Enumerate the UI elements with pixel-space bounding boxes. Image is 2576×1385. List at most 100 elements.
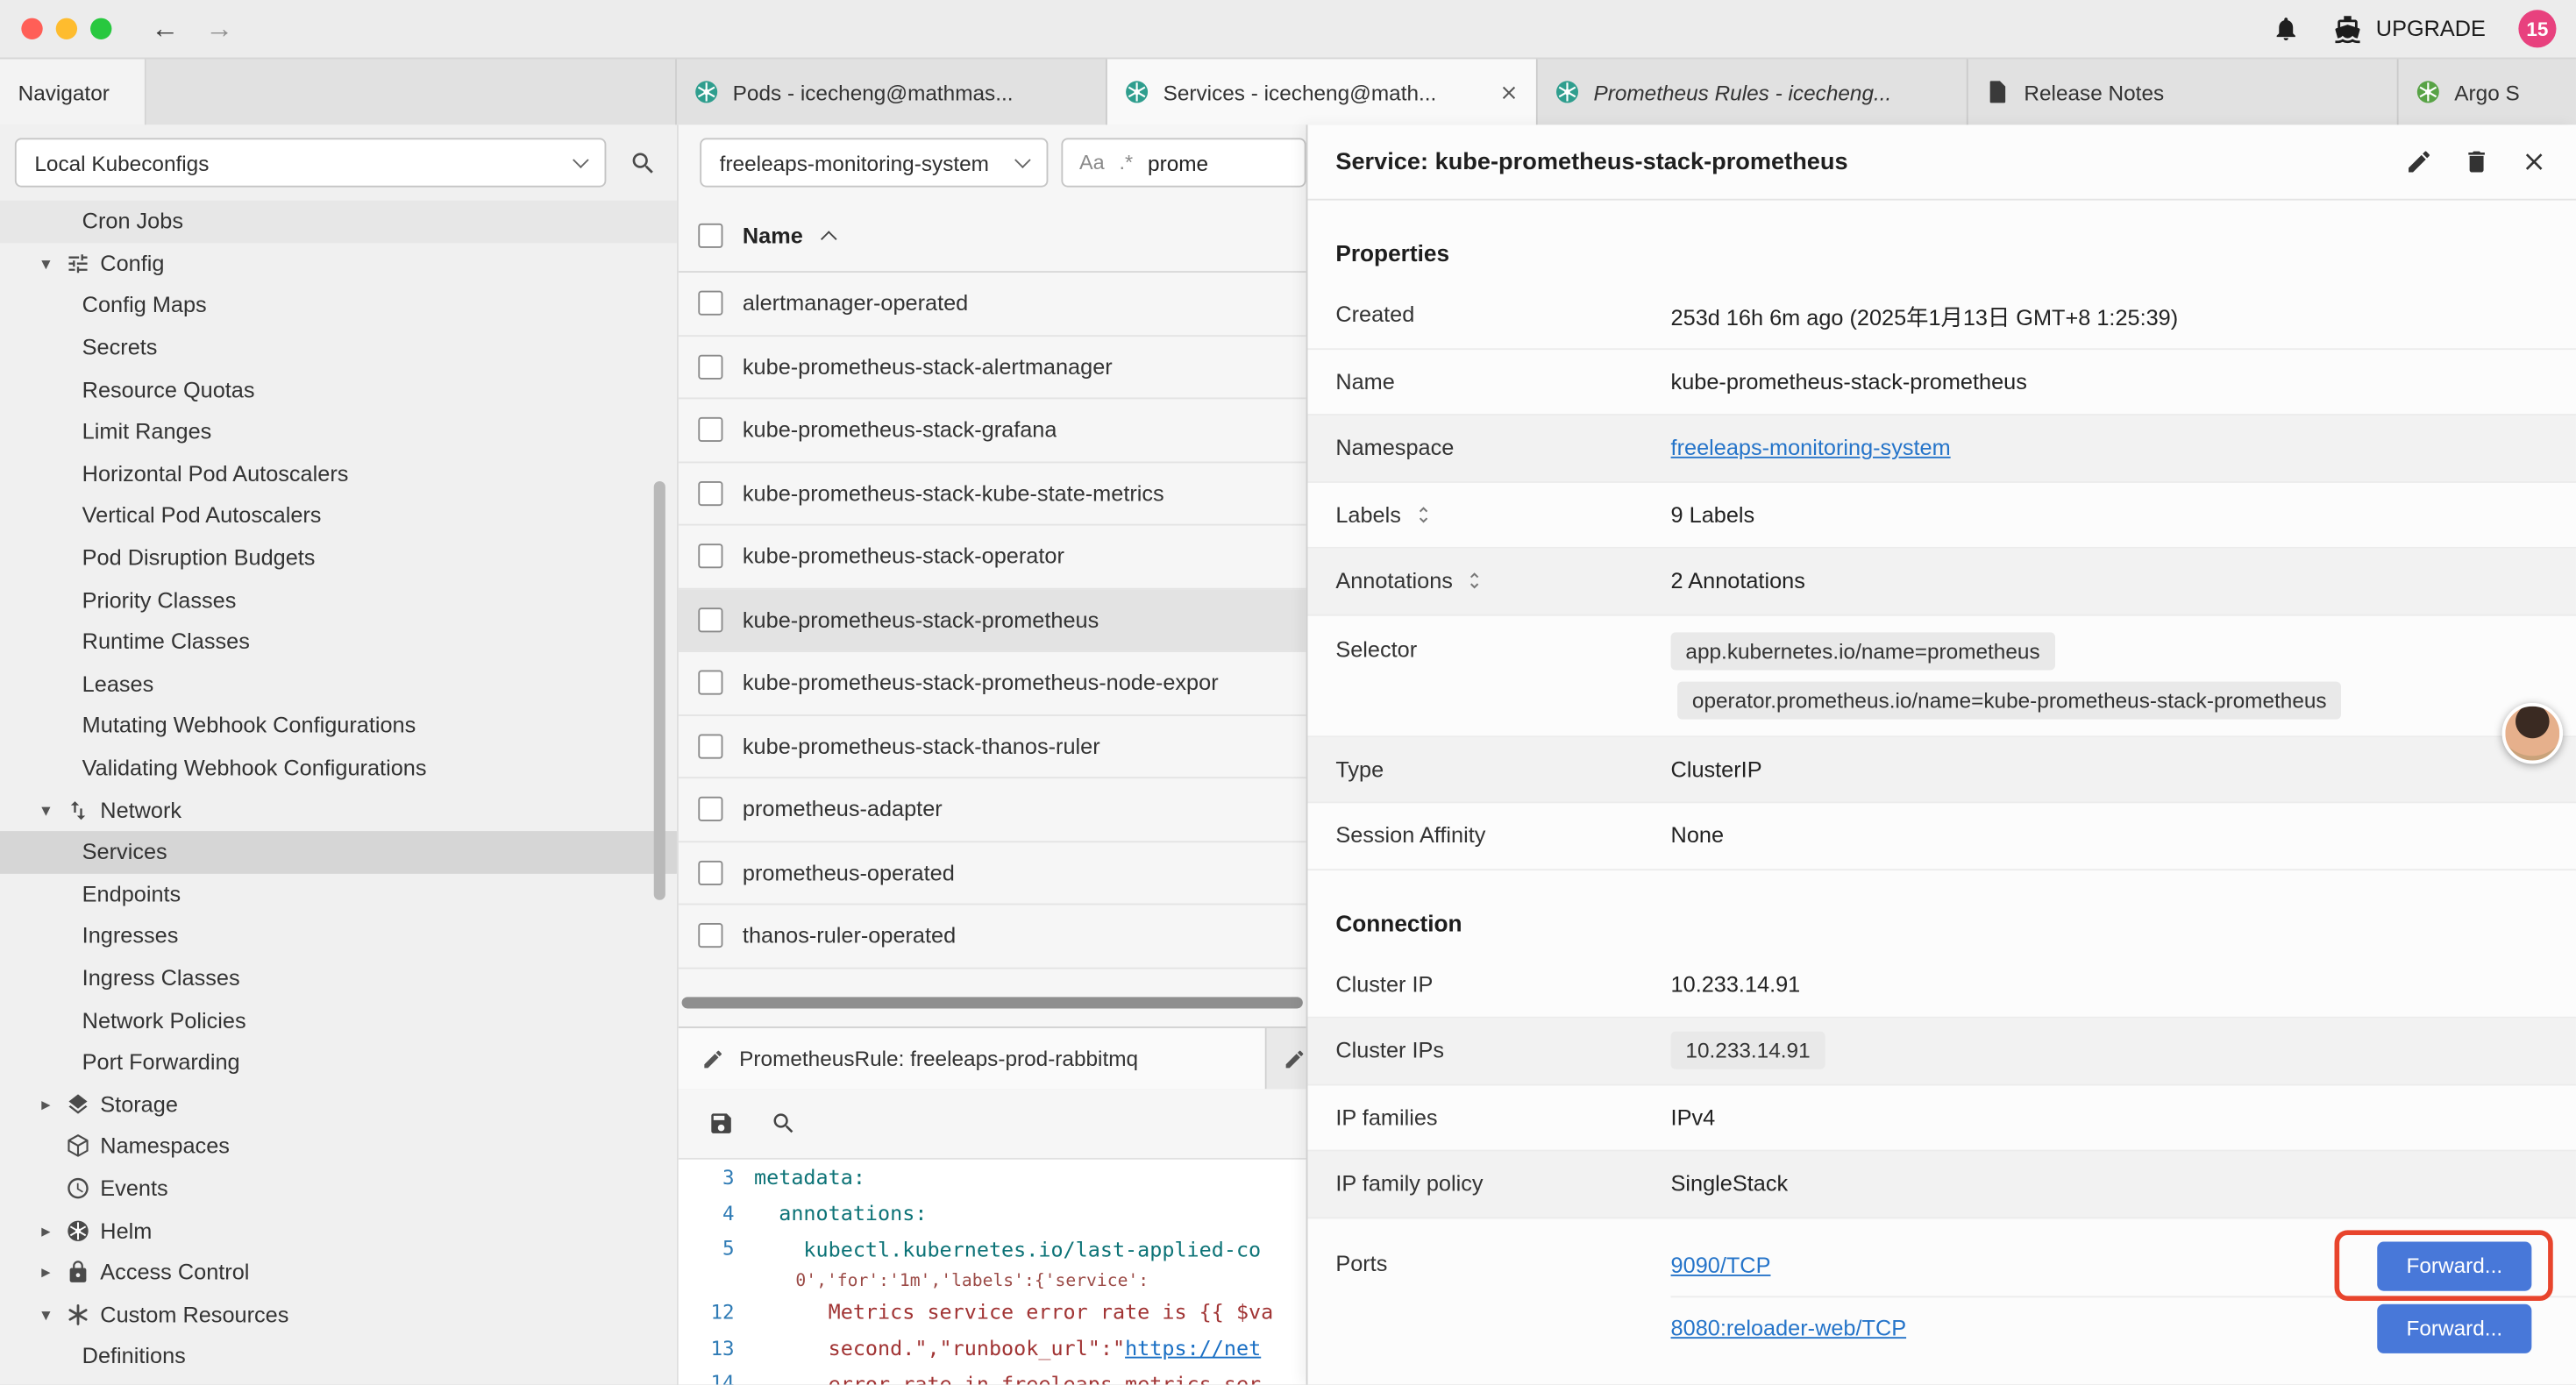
sidebar-item-limit-ranges[interactable]: Limit Ranges: [0, 410, 677, 452]
tab-pods[interactable]: Pods - icecheng@mathmas...: [677, 59, 1107, 124]
column-header-name[interactable]: Name: [743, 224, 803, 248]
kubeconfig-selector[interactable]: Local Kubeconfigs: [15, 138, 607, 187]
sidebar-item-runtime-classes[interactable]: Runtime Classes: [0, 621, 677, 663]
select-all-checkbox[interactable]: [698, 224, 722, 248]
avatar[interactable]: [2502, 703, 2563, 764]
yaml-editor[interactable]: 3metadata: 4 annotations: 5 kubectl.kube…: [679, 1160, 1306, 1385]
sidebar-item-leases[interactable]: Leases: [0, 663, 677, 705]
row-checkbox[interactable]: [698, 797, 722, 821]
close-icon[interactable]: [2520, 148, 2548, 176]
upgrade-button[interactable]: UPGRADE: [2333, 14, 2486, 44]
sidebar-item-cron-jobs[interactable]: Cron Jobs: [0, 201, 677, 243]
sidebar-item-endpoints[interactable]: Endpoints: [0, 873, 677, 915]
row-checkbox[interactable]: [698, 291, 722, 316]
edit-pencil-icon[interactable]: [2405, 148, 2433, 176]
sidebar-item-vertical-pod-autoscalers[interactable]: Vertical Pod Autoscalers: [0, 494, 677, 536]
row-checkbox[interactable]: [698, 481, 722, 506]
sidebar-item-ingress-classes[interactable]: Ingress Classes: [0, 957, 677, 999]
detail-value: None: [1671, 823, 2576, 848]
table-row[interactable]: alertmanager-operated: [679, 273, 1306, 336]
table-row[interactable]: kube-prometheus-stack-thanos-ruler: [679, 715, 1306, 778]
sidebar-item-horizontal-pod-autoscalers[interactable]: Horizontal Pod Autoscalers: [0, 452, 677, 494]
detail-label: Name: [1307, 369, 1670, 394]
sidebar-item-custom-resources[interactable]: ▾ Custom Resources: [0, 1293, 677, 1335]
tab-argo[interactable]: Argo S: [2399, 59, 2576, 124]
titlebar: ← → UPGRADE 15: [0, 0, 2576, 59]
line-number: 3: [679, 1166, 754, 1189]
dock-tab-prometheusrule[interactable]: PrometheusRule: freeleaps-prod-rabbitmq: [679, 1028, 1267, 1089]
search-input[interactable]: Aa .* prome: [1061, 138, 1306, 187]
forward-icon[interactable]: →: [205, 15, 233, 43]
tab-prometheus-rules[interactable]: Prometheus Rules - icecheng...: [1538, 59, 1968, 124]
unfold-icon[interactable]: [1413, 504, 1434, 525]
sidebar-item-helm[interactable]: ▸ Helm: [0, 1210, 677, 1252]
sort-ascending-icon: [821, 231, 837, 247]
sidebar-item-ingresses[interactable]: Ingresses: [0, 915, 677, 957]
match-case-toggle[interactable]: Aa: [1079, 151, 1105, 174]
table-row[interactable]: prometheus-adapter: [679, 778, 1306, 842]
row-checkbox[interactable]: [698, 417, 722, 442]
sidebar-item-config[interactable]: ▾ Config: [0, 243, 677, 285]
row-checkbox[interactable]: [698, 860, 722, 884]
row-checkbox[interactable]: [698, 671, 722, 695]
sidebar-item-secrets[interactable]: Secrets: [0, 326, 677, 368]
minimize-window-button[interactable]: [56, 18, 77, 39]
sidebar-item-events[interactable]: Events: [0, 1168, 677, 1210]
sidebar-item-services[interactable]: Services: [0, 831, 677, 873]
sidebar-item-config-maps[interactable]: Config Maps: [0, 285, 677, 327]
maximize-window-button[interactable]: [90, 18, 111, 39]
save-icon[interactable]: [708, 1111, 735, 1137]
row-checkbox[interactable]: [698, 354, 722, 379]
sidebar-search-icon[interactable]: [630, 149, 658, 177]
sidebar-item-network[interactable]: ▾ Network: [0, 789, 677, 831]
sidebar-item-validating-webhook-configurations[interactable]: Validating Webhook Configurations: [0, 747, 677, 789]
sidebar-item-access-control[interactable]: ▸ Access Control: [0, 1251, 677, 1293]
sidebar-item-port-forwarding[interactable]: Port Forwarding: [0, 1041, 677, 1083]
table-row[interactable]: thanos-ruler-operated: [679, 905, 1306, 968]
table-row[interactable]: kube-prometheus-stack-grafana: [679, 399, 1306, 462]
port-link-9090[interactable]: 9090/TCP: [1671, 1253, 1771, 1277]
sidebar-item-priority-classes[interactable]: Priority Classes: [0, 579, 677, 621]
forward-button[interactable]: Forward...: [2377, 1241, 2531, 1290]
sidebar-item-definitions[interactable]: Definitions: [0, 1335, 677, 1377]
line-number: 12: [679, 1301, 754, 1324]
sidebar-item-pod-disruption-budgets[interactable]: Pod Disruption Budgets: [0, 536, 677, 579]
unfold-icon[interactable]: [1464, 571, 1485, 592]
row-checkbox[interactable]: [698, 734, 722, 758]
sidebar-item-namespaces[interactable]: Namespaces: [0, 1126, 677, 1168]
row-checkbox[interactable]: [698, 607, 722, 632]
search-icon[interactable]: [771, 1111, 797, 1137]
dock-tab-partial[interactable]: [1267, 1028, 1306, 1089]
notification-count-badge[interactable]: 15: [2518, 10, 2556, 47]
sidebar-item-storage[interactable]: ▸ Storage: [0, 1083, 677, 1126]
detail-row-namespace: Namespace freeleaps-monitoring-system: [1307, 416, 2575, 482]
namespace-filter-select[interactable]: freeleaps-monitoring-system: [700, 138, 1048, 187]
table-row-selected[interactable]: kube-prometheus-stack-prometheus: [679, 589, 1306, 652]
row-checkbox[interactable]: [698, 544, 722, 569]
regex-toggle[interactable]: .*: [1120, 151, 1134, 174]
table-row[interactable]: kube-prometheus-stack-kube-state-metrics: [679, 462, 1306, 525]
table-row[interactable]: kube-prometheus-stack-alertmanager: [679, 336, 1306, 399]
horizontal-scrollbar[interactable]: [682, 997, 1303, 1008]
notifications-bell-icon[interactable]: [2273, 15, 2301, 43]
table-row[interactable]: kube-prometheus-stack-operator: [679, 526, 1306, 589]
sidebar-item-label: Access Control: [100, 1260, 249, 1284]
delete-trash-icon[interactable]: [2463, 148, 2491, 176]
table-row[interactable]: kube-prometheus-stack-prometheus-node-ex…: [679, 652, 1306, 715]
sidebar-item-resource-quotas[interactable]: Resource Quotas: [0, 368, 677, 410]
clock-icon: [66, 1175, 90, 1200]
close-icon[interactable]: [1498, 82, 1519, 103]
forward-button[interactable]: Forward...: [2377, 1303, 2531, 1353]
sidebar-item-network-policies[interactable]: Network Policies: [0, 999, 677, 1041]
close-window-button[interactable]: [21, 18, 42, 39]
sidebar-scrollbar[interactable]: [654, 481, 665, 900]
sidebar-item-mutating-webhook-configurations[interactable]: Mutating Webhook Configurations: [0, 705, 677, 747]
row-checkbox[interactable]: [698, 923, 722, 948]
back-icon[interactable]: ←: [151, 15, 179, 43]
service-name: kube-prometheus-stack-kube-state-metrics: [743, 481, 1164, 506]
tab-release-notes[interactable]: Release Notes: [1968, 59, 2399, 124]
tab-services[interactable]: Services - icecheng@math...: [1107, 59, 1538, 124]
namespace-link[interactable]: freeleaps-monitoring-system: [1671, 436, 1951, 460]
port-link-8080[interactable]: 8080:reloader-web/TCP: [1671, 1316, 1907, 1340]
table-row[interactable]: prometheus-operated: [679, 842, 1306, 905]
